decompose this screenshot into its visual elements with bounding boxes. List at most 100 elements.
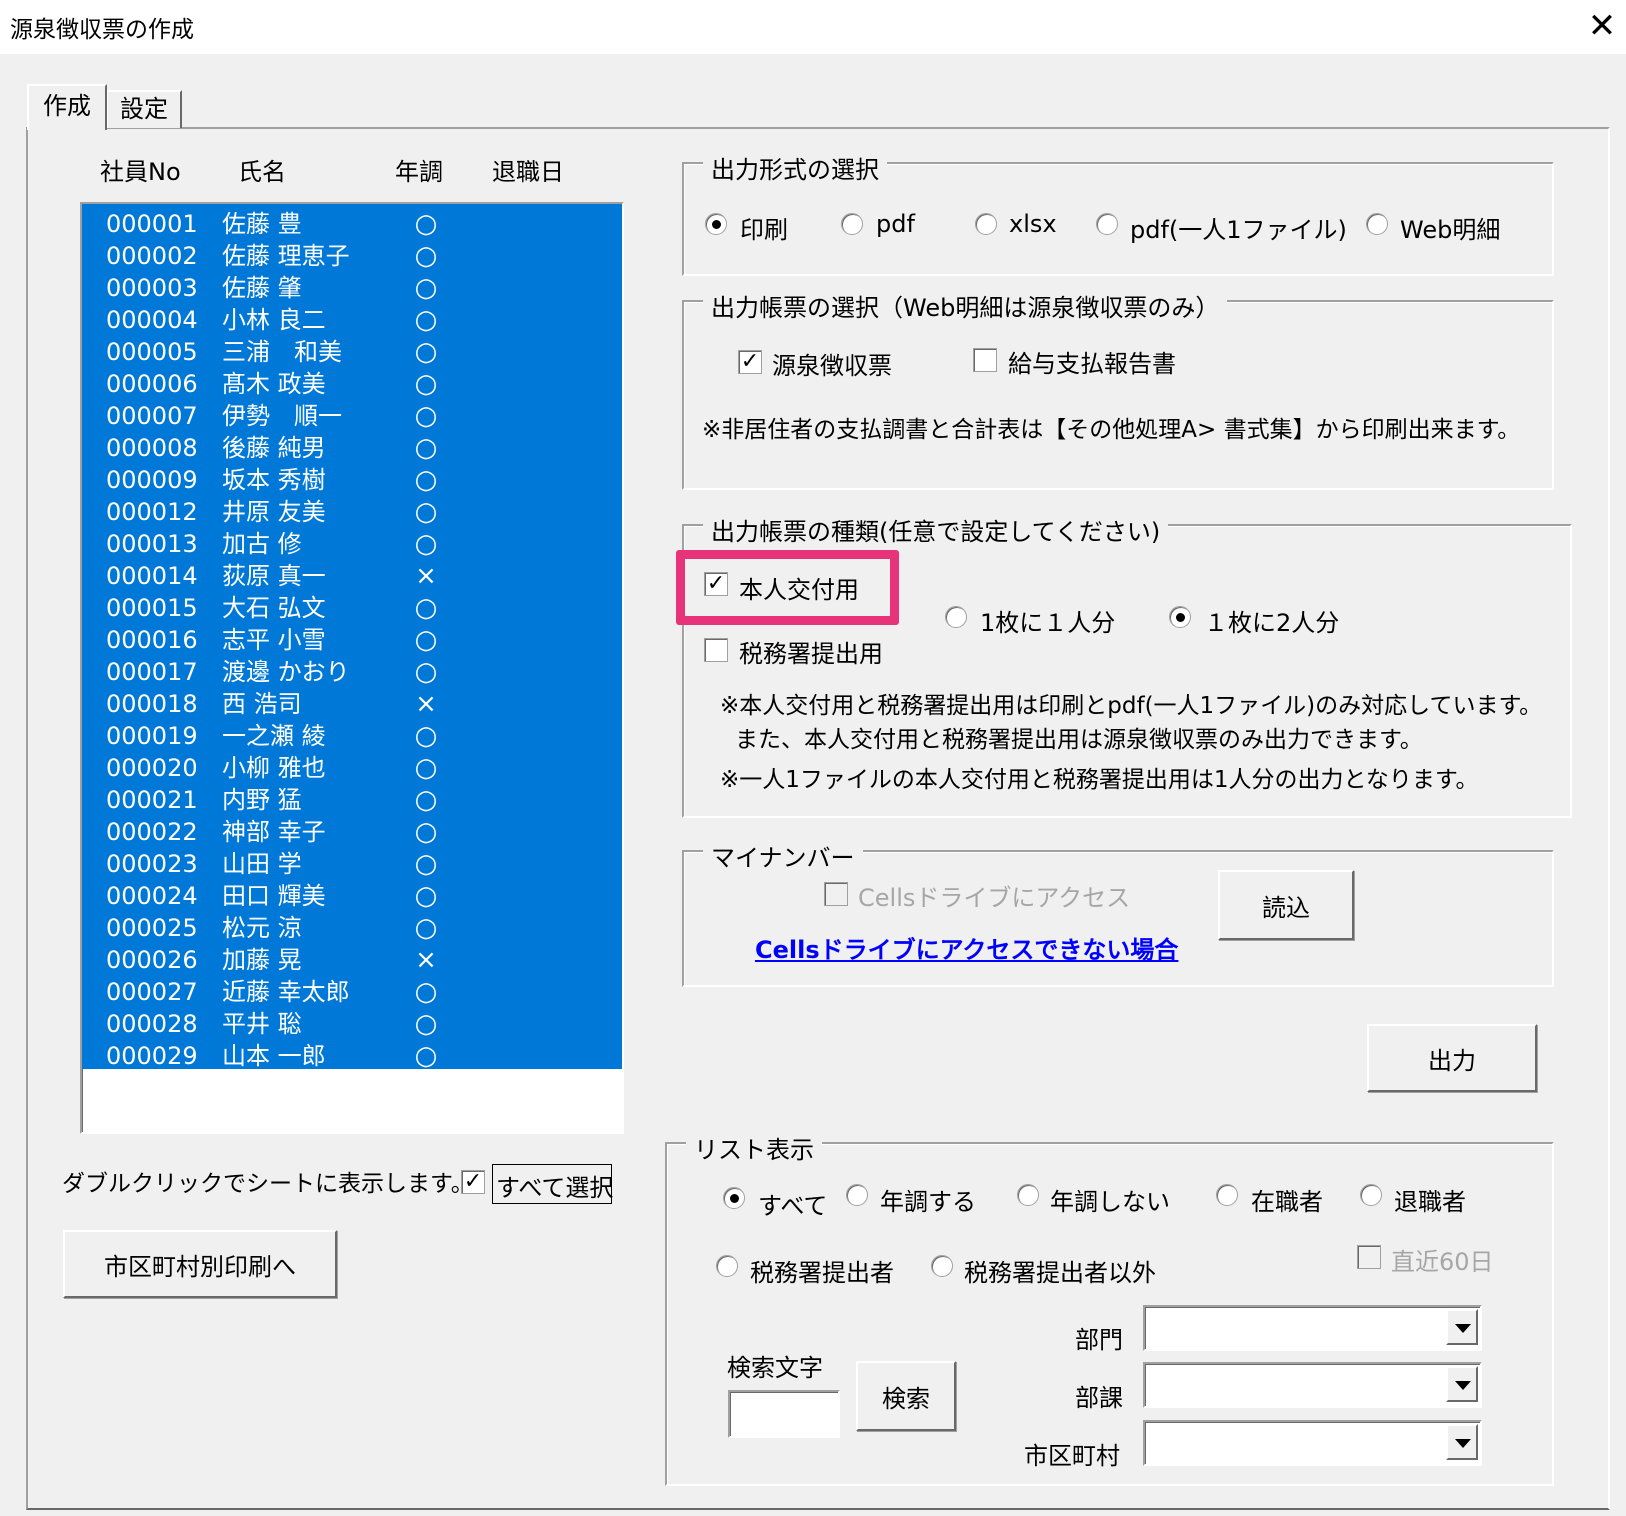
employee-name: 松元 涼 (222, 914, 302, 942)
one-per-sheet-label[interactable]: 1枚に１人分 (980, 603, 1115, 638)
format-pdf-label[interactable]: pdf (876, 210, 915, 238)
list-item[interactable]: 000002 佐藤 理恵子 ○ (82, 240, 622, 272)
filter-all-label[interactable]: すべて (758, 1186, 827, 1221)
search-input[interactable] (728, 1390, 840, 1438)
honnin-checkbox[interactable]: ✓ (704, 572, 728, 596)
kyuyo-checkbox[interactable] (973, 348, 997, 372)
list-item[interactable]: 000027 近藤 幸太郎 ○ (82, 976, 622, 1008)
list-item[interactable]: 000028 平井 聡 ○ (82, 1008, 622, 1040)
cells-drive-checkbox[interactable] (824, 882, 848, 906)
honnin-label[interactable]: 本人交付用 (739, 570, 859, 605)
section-combobox[interactable] (1143, 1362, 1482, 1408)
form-types-legend: 出力帳票の種類(任意で設定してください) (703, 512, 1169, 547)
one-per-sheet-radio[interactable] (945, 606, 967, 628)
cells-drive-label[interactable]: Cellsドライブにアクセス (858, 878, 1130, 913)
employee-listbox[interactable]: 000001 佐藤 豊 ○ 000002 佐藤 理恵子 ○ 000003 佐藤 肇 ○ 00000… (80, 202, 624, 1134)
tab-settings[interactable]: 設定 (106, 90, 182, 128)
list-item[interactable]: 000009 坂本 秀樹 ○ (82, 464, 622, 496)
filter-employed-label[interactable]: 在職者 (1251, 1182, 1323, 1217)
list-item[interactable]: 000017 渡邊 かおり ○ (82, 656, 622, 688)
format-xlsx-radio[interactable] (975, 213, 997, 235)
filter-employed-radio[interactable] (1216, 1184, 1238, 1206)
list-item[interactable]: 000029 山本 一郎 ○ (82, 1040, 622, 1072)
list-item[interactable]: 000023 山田 学 ○ (82, 848, 622, 880)
zeimusho-label[interactable]: 税務署提出用 (739, 634, 883, 669)
close-icon[interactable]: ✕ (1582, 6, 1622, 46)
cells-drive-help-link[interactable]: Cellsドライブにアクセスできない場合 (755, 930, 1178, 965)
list-item[interactable]: 000003 佐藤 肇 ○ (82, 272, 622, 304)
format-pdf-per-person-radio[interactable] (1096, 213, 1118, 235)
list-item[interactable]: 000006 髙木 政美 ○ (82, 368, 622, 400)
filter-non-tax-office-radio[interactable] (931, 1255, 953, 1277)
filter-nencho-no-radio[interactable] (1017, 1184, 1039, 1206)
filter-all-radio[interactable] (723, 1187, 745, 1209)
format-pdf-radio[interactable] (841, 213, 863, 235)
list-item[interactable]: 000015 大石 弘文 ○ (82, 592, 622, 624)
zeimusho-checkbox[interactable] (704, 638, 728, 662)
list-item[interactable]: 000005 三浦 和美 ○ (82, 336, 622, 368)
list-item[interactable]: 000025 松元 涼 ○ (82, 912, 622, 944)
select-all-label[interactable]: すべて選択 (496, 1168, 613, 1203)
filter-retired-label[interactable]: 退職者 (1394, 1182, 1466, 1217)
employee-nencho: ○ (414, 625, 438, 655)
list-item[interactable]: 000016 志平 小雪 ○ (82, 624, 622, 656)
gensen-label[interactable]: 源泉徴収票 (772, 346, 892, 381)
section-dropdown-arrow-icon[interactable] (1446, 1366, 1478, 1402)
list-item[interactable]: 000014 荻原 真一 × (82, 560, 622, 592)
two-per-sheet-label[interactable]: １枚に2人分 (1204, 603, 1339, 638)
recent60-label[interactable]: 直近60日 (1391, 1242, 1494, 1277)
employee-nencho: ○ (414, 913, 438, 943)
column-header-no: 社員No (100, 158, 181, 186)
list-item[interactable]: 000020 小柳 雅也 ○ (82, 752, 622, 784)
list-item[interactable]: 000012 井原 友美 ○ (82, 496, 622, 528)
employee-name: 髙木 政美 (222, 370, 326, 398)
list-item[interactable]: 000024 田口 輝美 ○ (82, 880, 622, 912)
employee-nencho: ○ (414, 305, 438, 335)
format-web-label[interactable]: Web明細 (1400, 210, 1500, 245)
list-item[interactable]: 000026 加藤 晃 × (82, 944, 622, 976)
city-combobox[interactable] (1143, 1420, 1482, 1466)
filter-tax-office-label[interactable]: 税務署提出者 (750, 1253, 894, 1288)
format-print-radio[interactable] (705, 213, 727, 235)
filter-non-tax-office-label[interactable]: 税務署提出者以外 (964, 1253, 1156, 1288)
list-item[interactable]: 000019 一之瀬 綾 ○ (82, 720, 622, 752)
employee-name: 三浦 和美 (222, 338, 342, 366)
format-print-label[interactable]: 印刷 (740, 210, 788, 245)
employee-nencho: ○ (414, 337, 438, 367)
filter-nencho-no-label[interactable]: 年調しない (1050, 1182, 1170, 1217)
list-item[interactable]: 000004 小林 良二 ○ (82, 304, 622, 336)
city-dropdown-arrow-icon[interactable] (1446, 1424, 1478, 1460)
list-item[interactable]: 000013 加古 修 ○ (82, 528, 622, 560)
list-item[interactable]: 000021 内野 猛 ○ (82, 784, 622, 816)
city-print-button[interactable]: 市区町村別印刷へ (63, 1230, 337, 1298)
gensen-checkbox[interactable]: ✓ (738, 350, 762, 374)
output-button[interactable]: 出力 (1367, 1024, 1537, 1092)
employee-no: 000005 (106, 338, 198, 366)
filter-retired-radio[interactable] (1360, 1184, 1382, 1206)
recent60-checkbox[interactable] (1357, 1245, 1381, 1269)
format-web-radio[interactable] (1366, 213, 1388, 235)
list-item[interactable]: 000018 西 浩司 × (82, 688, 622, 720)
search-button[interactable]: 検索 (856, 1361, 956, 1431)
filter-tax-office-radio[interactable] (716, 1255, 738, 1277)
list-item[interactable]: 000001 佐藤 豊 ○ (82, 208, 622, 240)
kyuyo-label[interactable]: 給与支払報告書 (1008, 344, 1176, 379)
employee-no: 000014 (106, 562, 198, 590)
employee-no: 000025 (106, 914, 198, 942)
dept-dropdown-arrow-icon[interactable] (1446, 1309, 1478, 1345)
filter-nencho-yes-label[interactable]: 年調する (880, 1182, 976, 1217)
list-item[interactable]: 000007 伊勢 順一 ○ (82, 400, 622, 432)
filter-nencho-yes-radio[interactable] (846, 1184, 868, 1206)
employee-nencho: ○ (414, 593, 438, 623)
dept-combobox[interactable] (1143, 1305, 1482, 1351)
read-button[interactable]: 読込 (1218, 870, 1354, 940)
tab-create[interactable]: 作成 (27, 84, 107, 130)
two-per-sheet-radio[interactable] (1169, 606, 1191, 628)
format-pdf-per-person-label[interactable]: pdf(一人1ファイル) (1130, 210, 1347, 245)
list-item[interactable]: 000022 神部 幸子 ○ (82, 816, 622, 848)
employee-no: 000008 (106, 434, 198, 462)
format-xlsx-label[interactable]: xlsx (1009, 210, 1057, 238)
employee-nencho: ○ (414, 401, 438, 431)
list-item[interactable]: 000008 後藤 純男 ○ (82, 432, 622, 464)
select-all-checkbox[interactable]: ✓ (461, 1170, 485, 1194)
